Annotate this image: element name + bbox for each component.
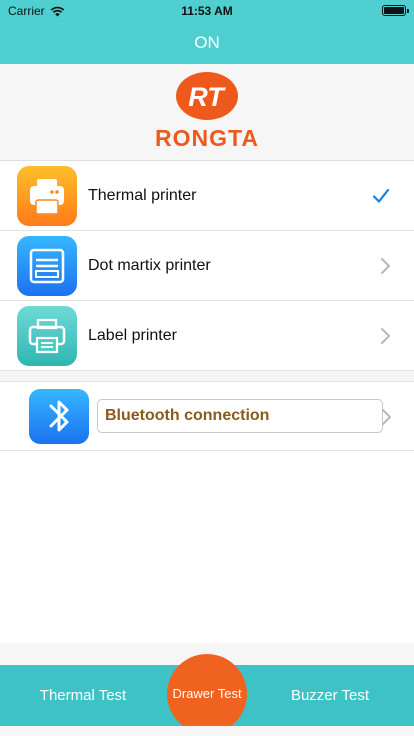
status-bar: Carrier 11:53 AM <box>0 0 414 22</box>
chevron-right-icon <box>381 328 390 344</box>
checkmark-icon <box>372 188 390 203</box>
chevron-right-icon <box>381 258 390 274</box>
content-background <box>0 451 414 643</box>
printer-label-thermal: Thermal printer <box>88 187 197 204</box>
navigation-bar: ON <box>0 22 414 64</box>
dot-matrix-printer-icon <box>17 236 77 296</box>
printer-type-list: Thermal printer Dot martix printer Label… <box>0 161 414 371</box>
home-indicator-area <box>0 726 414 736</box>
rongta-logo: RT RONGTA <box>155 72 259 151</box>
bluetooth-connection-field[interactable]: Bluetooth connection <box>97 399 383 433</box>
bluetooth-icon <box>29 389 89 444</box>
printer-row-thermal[interactable]: Thermal printer <box>0 161 414 231</box>
buzzer-test-button[interactable]: Buzzer Test <box>256 665 404 726</box>
status-time: 11:53 AM <box>181 4 233 18</box>
drawer-test-button[interactable]: Drawer Test <box>167 654 247 734</box>
printer-row-label[interactable]: Label printer <box>0 301 414 371</box>
printer-label-dot-matrix: Dot martix printer <box>88 257 211 274</box>
nav-title: ON <box>194 33 220 52</box>
printer-label-label: Label printer <box>88 327 177 344</box>
brand-header: RT RONGTA <box>0 64 414 161</box>
bluetooth-connection-row[interactable]: Bluetooth connection <box>0 381 414 451</box>
thermal-test-button[interactable]: Thermal Test <box>8 665 158 726</box>
battery-icon <box>382 5 409 16</box>
svg-text:RONGTA: RONGTA <box>155 125 259 151</box>
printer-row-dot-matrix[interactable]: Dot martix printer <box>0 231 414 301</box>
label-printer-icon <box>17 306 77 366</box>
chevron-right-icon <box>382 409 391 425</box>
thermal-printer-icon <box>17 166 77 226</box>
svg-text:RT: RT <box>188 82 226 112</box>
